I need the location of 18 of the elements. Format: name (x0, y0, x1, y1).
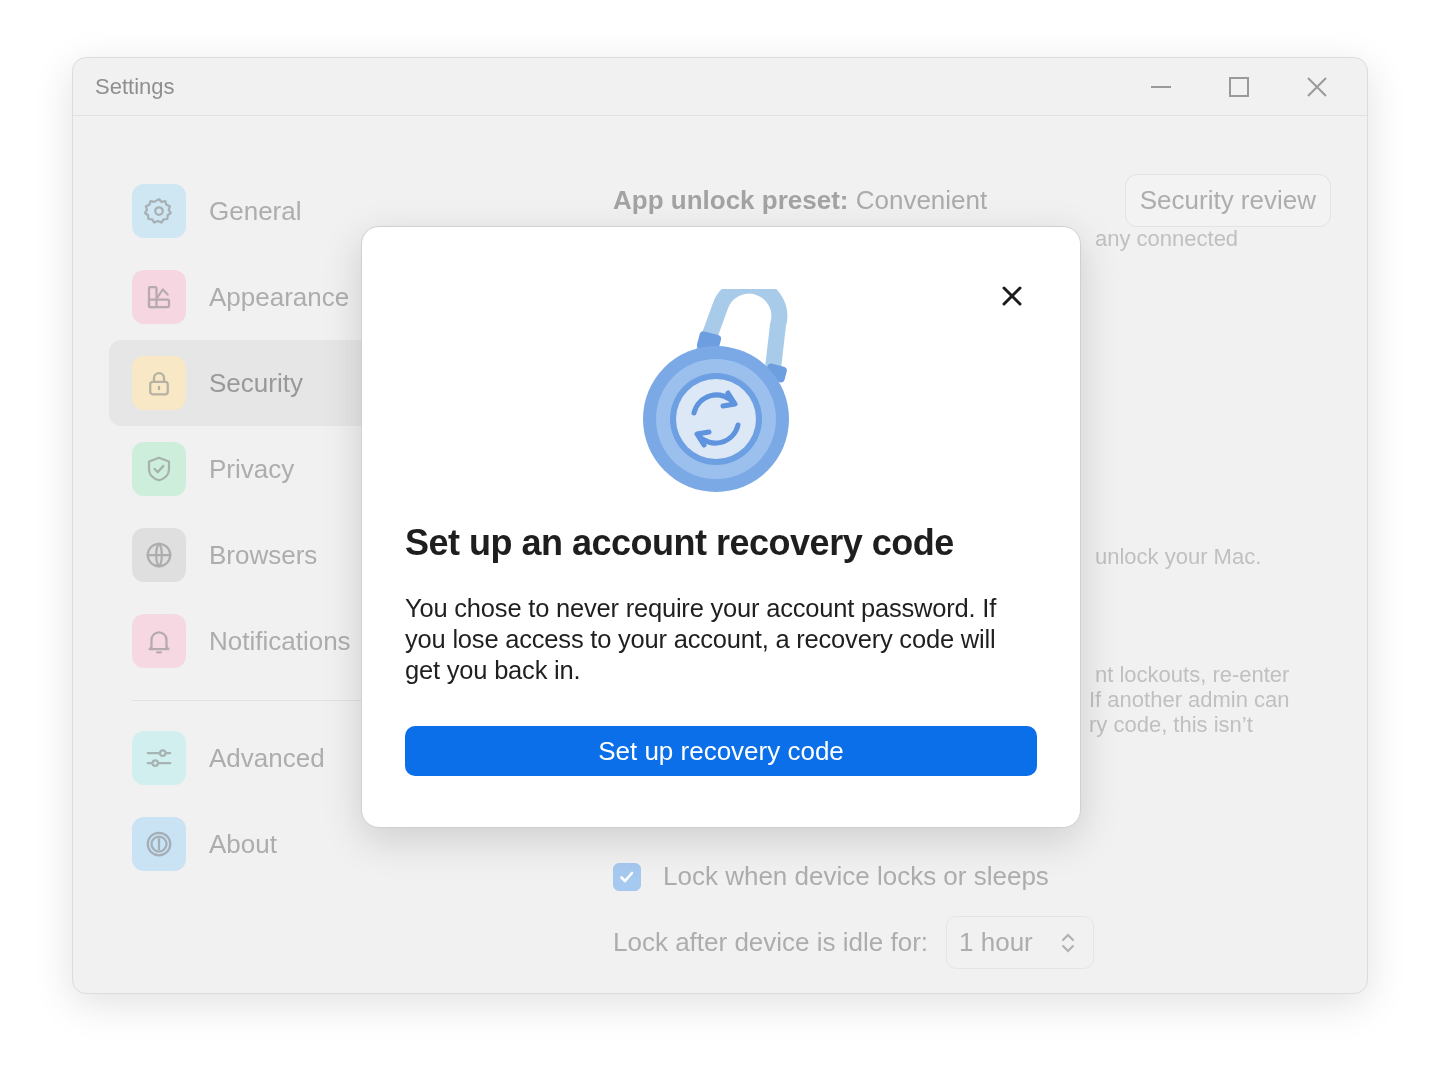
security-review-button[interactable]: Security review (1124, 173, 1331, 227)
checkbox-label: Lock when device locks or sleeps (663, 861, 1049, 892)
dialog-title: Set up an account recovery code (405, 521, 955, 565)
setup-recovery-code-button[interactable]: Set up recovery code (405, 726, 1037, 776)
sidebar-item[interactable]: Privacy (109, 426, 541, 512)
idle-select[interactable]: 1 hour (946, 916, 1094, 969)
window-title: Settings (95, 73, 175, 100)
sidebar-item[interactable]: About (109, 801, 541, 887)
preset-text: App unlock preset: Convenient (613, 184, 988, 216)
dialog-message: You chose to never require your account password. If you lose access to your account, a recovery code will get you back in. (405, 593, 998, 686)
idle-label: Lock after device is idle for: (613, 927, 929, 958)
close-icon[interactable] (1002, 286, 1022, 306)
sidebar-item[interactable]: General (109, 168, 541, 254)
chevron-up-down-icon (1060, 931, 1075, 954)
sidebar-item[interactable]: Appearance (109, 254, 541, 340)
maximize-icon[interactable] (1229, 76, 1249, 97)
checkbox[interactable] (613, 862, 641, 891)
minimize-icon[interactable] (1151, 84, 1171, 89)
